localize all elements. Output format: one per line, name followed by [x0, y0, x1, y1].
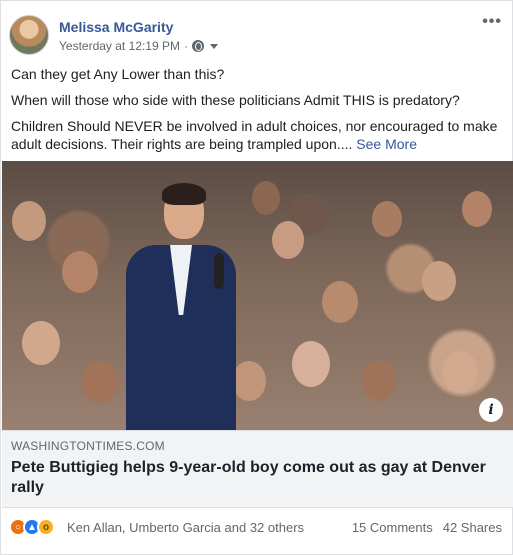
timestamp[interactable]: Yesterday at 12:19 PM: [59, 39, 180, 53]
post-paragraph: When will those who side with these poli…: [11, 92, 460, 108]
comments-count[interactable]: 15 Comments: [352, 520, 433, 535]
post-card: Melissa McGarity Yesterday at 12:19 PM ·…: [0, 0, 513, 555]
post-meta: Yesterday at 12:19 PM ·: [59, 39, 218, 53]
reactors-text[interactable]: Ken Allan, Umberto Garcia and 32 others: [67, 520, 304, 535]
wow-icon: o: [37, 518, 55, 536]
post-paragraph: Children Should NEVER be involved in adu…: [11, 117, 506, 153]
author-name[interactable]: Melissa McGarity: [59, 19, 173, 35]
post-paragraph: Can they get Any Lower than this?: [11, 66, 225, 82]
post-text: Can they get Any Lower than this? When w…: [11, 65, 506, 161]
post-paragraph-text: Children Should NEVER be involved in adu…: [11, 118, 498, 152]
more-options-button[interactable]: •••: [482, 13, 502, 31]
post-footer: ○ ▲ o Ken Allan, Umberto Garcia and 32 o…: [9, 517, 506, 539]
link-preview[interactable]: WASHINGTONTIMES.COM Pete Buttigieg helps…: [2, 430, 513, 508]
meta-separator: ·: [183, 39, 188, 53]
shares-count[interactable]: 42 Shares: [443, 520, 502, 535]
see-more-link[interactable]: See More: [356, 136, 417, 152]
microphone-icon: [214, 253, 224, 289]
reaction-icons[interactable]: ○ ▲ o: [9, 518, 67, 538]
speaker-figure: [126, 183, 236, 430]
globe-icon[interactable]: [191, 40, 204, 52]
post-header: Melissa McGarity Yesterday at 12:19 PM ·…: [9, 13, 506, 59]
link-domain: WASHINGTONTIMES.COM: [11, 439, 165, 453]
chevron-down-icon[interactable]: [209, 43, 218, 49]
info-icon[interactable]: i: [479, 398, 503, 422]
engagement-counts: 15 Comments 42 Shares: [352, 520, 502, 535]
link-preview-image[interactable]: i: [2, 161, 513, 430]
avatar[interactable]: [9, 15, 49, 55]
link-headline[interactable]: Pete Buttigieg helps 9-year-old boy come…: [11, 458, 491, 498]
